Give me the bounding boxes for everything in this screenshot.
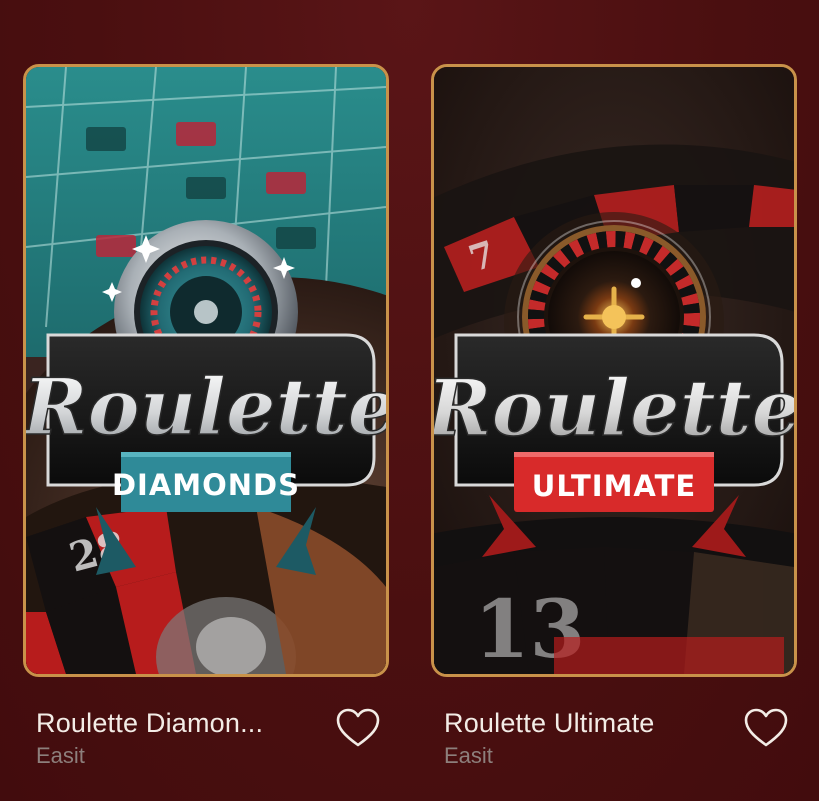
favorite-button[interactable] (335, 707, 381, 749)
game-grid: 28 Roulette DIAMONDS Roulette Diamon... … (23, 64, 797, 768)
game-thumbnail[interactable]: 7 13 Roulette ULTIMATE (431, 64, 797, 677)
favorite-button[interactable] (743, 707, 789, 749)
game-provider: Easit (36, 743, 85, 768)
game-title[interactable]: Roulette Ultimate (444, 708, 655, 739)
logo-script-text: Roulette (434, 363, 794, 454)
game-meta: Roulette Ultimate Easit (431, 693, 797, 773)
game-thumbnail-art: 7 13 Roulette ULTIMATE (434, 67, 794, 674)
game-title[interactable]: Roulette Diamon... (36, 708, 263, 739)
heart-outline-icon (744, 708, 788, 747)
game-card-roulette-diamonds[interactable]: 28 Roulette DIAMONDS Roulette Diamon... … (23, 64, 389, 773)
heart-outline-icon (336, 708, 380, 747)
logo-banner-text: DIAMONDS (112, 468, 300, 502)
game-thumbnail-art: 28 Roulette DIAMONDS (26, 67, 386, 674)
game-provider: Easit (444, 743, 493, 768)
logo-banner-text: ULTIMATE (532, 469, 696, 503)
game-meta: Roulette Diamon... Easit (23, 693, 389, 773)
game-thumbnail[interactable]: 28 Roulette DIAMONDS (23, 64, 389, 677)
logo-script-text: Roulette (26, 362, 386, 453)
game-card-roulette-ultimate[interactable]: 7 13 Roulette ULTIMATE Roulette Ultimate… (431, 64, 797, 773)
